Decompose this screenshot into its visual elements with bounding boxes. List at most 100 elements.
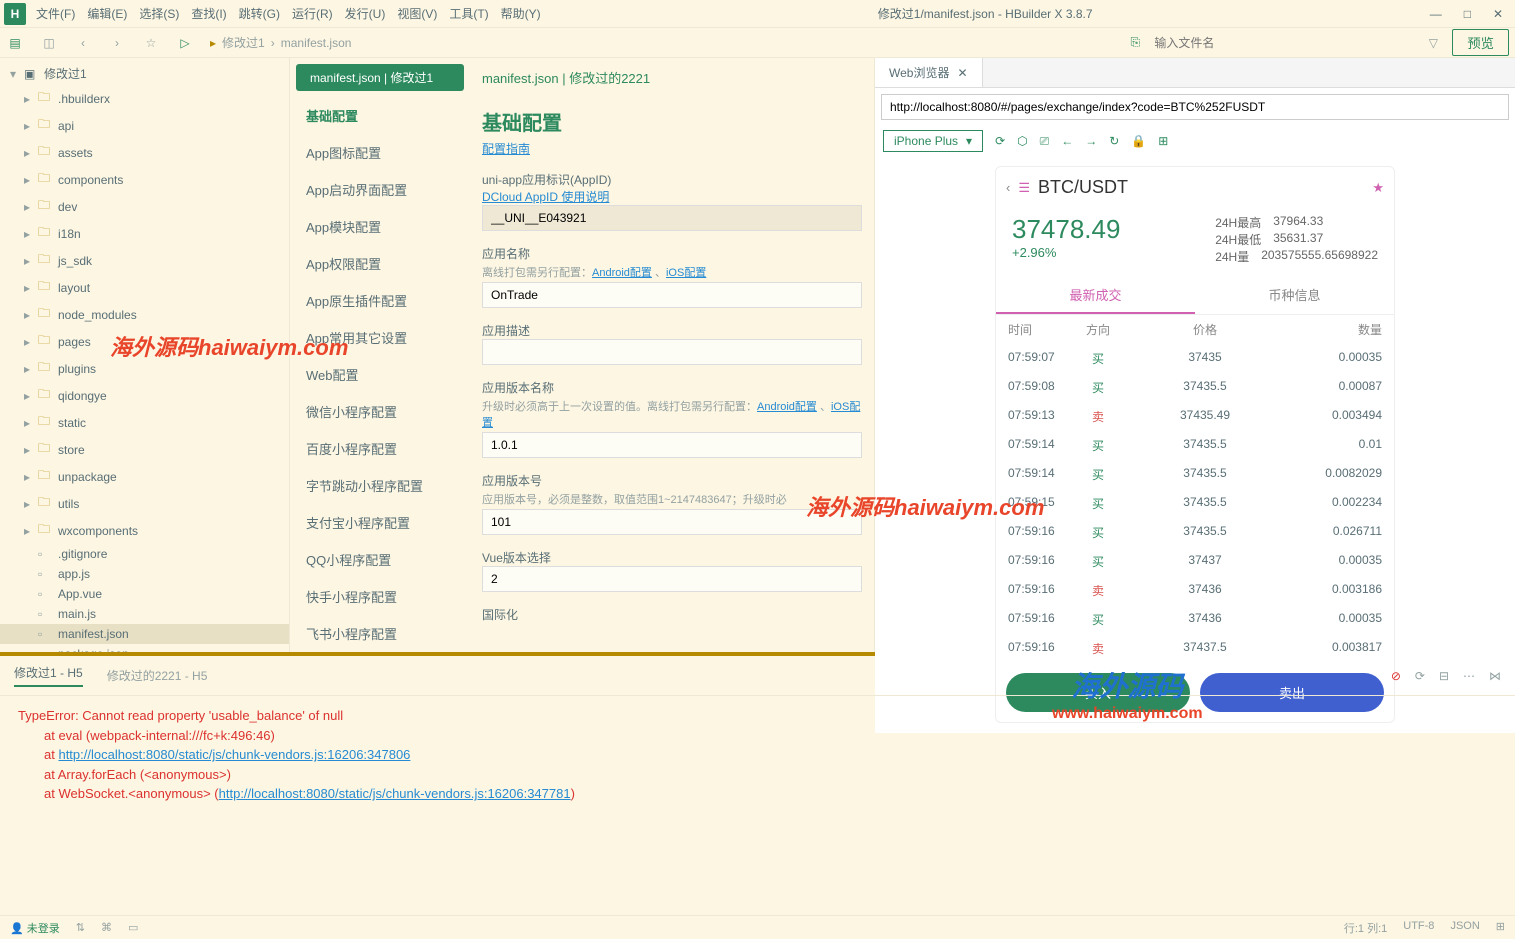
tree-file[interactable]: ▫.gitignore — [0, 544, 289, 564]
stack-link[interactable]: http://localhost:8080/static/js/chunk-ve… — [219, 786, 571, 801]
vue-input[interactable] — [482, 566, 862, 592]
menu-run[interactable]: 运行(R) — [292, 5, 333, 22]
maximize-icon[interactable]: □ — [1464, 7, 1471, 21]
favorite-icon[interactable]: ★ — [1372, 180, 1384, 196]
appid-hint-link[interactable]: DCloud AppID 使用说明 — [482, 190, 609, 204]
android-config-link[interactable]: Android配置 — [592, 267, 652, 279]
file-search-input[interactable] — [1154, 36, 1414, 50]
nav-item[interactable]: Web配置 — [290, 356, 470, 393]
config-guide-link[interactable]: 配置指南 — [482, 142, 530, 156]
nav-item[interactable]: App原生插件配置 — [290, 282, 470, 319]
menu-icon[interactable]: ☰ — [1018, 180, 1030, 196]
tree-folder[interactable]: ▸🗀dev — [0, 193, 289, 220]
console-tab-2[interactable]: 修改过的2221 - H5 — [107, 667, 208, 684]
tree-folder[interactable]: ▸🗀store — [0, 436, 289, 463]
menu-goto[interactable]: 跳转(G) — [239, 5, 280, 22]
nav-item[interactable]: 快手小程序配置 — [290, 578, 470, 615]
tree-file[interactable]: ▫app.js — [0, 564, 289, 584]
tree-folder[interactable]: ▸🗀api — [0, 112, 289, 139]
tree-folder[interactable]: ▸🗀js_sdk — [0, 247, 289, 274]
appdesc-input[interactable] — [482, 339, 862, 365]
reload-icon[interactable]: ↻ — [1109, 134, 1119, 148]
nav-item[interactable]: 字节跳动小程序配置 — [290, 467, 470, 504]
nav-item[interactable]: App启动界面配置 — [290, 171, 470, 208]
restart-icon[interactable]: ⟳ — [1415, 669, 1425, 683]
tree-folder[interactable]: ▸🗀components — [0, 166, 289, 193]
nav-forward-icon[interactable]: → — [1085, 134, 1097, 148]
editor-file-tab[interactable]: manifest.json | 修改过的2221 — [482, 66, 862, 89]
devtools-icon[interactable]: ⬡ — [1017, 134, 1027, 148]
forward-icon[interactable]: › — [108, 34, 126, 52]
star-icon[interactable]: ☆ — [142, 34, 160, 52]
breadcrumb-project[interactable]: 修改过1 — [222, 34, 265, 51]
screenshot-icon[interactable]: ⎚ — [1040, 134, 1050, 149]
tree-folder[interactable]: ▸🗀pages — [0, 328, 289, 355]
stack-link[interactable]: http://localhost:8080/static/js/chunk-ve… — [58, 747, 410, 762]
nav-item[interactable]: QQ小程序配置 — [290, 541, 470, 578]
nav-item[interactable]: 基础配置 — [290, 97, 470, 134]
nav-item[interactable]: App图标配置 — [290, 134, 470, 171]
menu-tools[interactable]: 工具(T) — [449, 5, 488, 22]
sync-icon[interactable]: ⇅ — [76, 921, 85, 934]
tab-close-icon[interactable]: ✕ — [957, 66, 967, 80]
grid-icon[interactable]: ⊞ — [1158, 134, 1168, 148]
tree-root-item[interactable]: ▾▣修改过1 — [0, 62, 289, 85]
menu-find[interactable]: 查找(I) — [191, 5, 226, 22]
login-status[interactable]: 👤 未登录 — [10, 920, 60, 936]
breadcrumb-file[interactable]: manifest.json — [281, 36, 352, 50]
browser-tab[interactable]: Web浏览器✕ — [875, 58, 983, 87]
tree-folder[interactable]: ▸🗀assets — [0, 139, 289, 166]
language-mode[interactable]: JSON — [1450, 920, 1479, 936]
nav-item[interactable]: 飞书小程序配置 — [290, 615, 470, 652]
tab-info[interactable]: 币种信息 — [1195, 277, 1394, 314]
nav-item[interactable]: App常用其它设置 — [290, 319, 470, 356]
ios-config-link[interactable]: iOS配置 — [666, 267, 706, 279]
stop-icon[interactable]: ⊘ — [1391, 669, 1401, 683]
nav-item[interactable]: 支付宝小程序配置 — [290, 504, 470, 541]
appname-input[interactable] — [482, 282, 862, 308]
lock-icon[interactable]: 🔒 — [1131, 134, 1146, 148]
console-icon[interactable]: ▭ — [128, 921, 138, 934]
tree-folder[interactable]: ▸🗀utils — [0, 490, 289, 517]
menu-publish[interactable]: 发行(U) — [345, 5, 386, 22]
menu-help[interactable]: 帮助(Y) — [501, 5, 541, 22]
grid-icon[interactable]: ⊞ — [1496, 920, 1505, 936]
console-tab-1[interactable]: 修改过1 - H5 — [14, 664, 83, 687]
expand-icon[interactable]: ⊟ — [1439, 669, 1449, 683]
tree-folder[interactable]: ▸🗀layout — [0, 274, 289, 301]
minimize-icon[interactable]: — — [1430, 7, 1442, 21]
open-file-icon[interactable]: ⎘ — [1126, 34, 1144, 52]
nav-item[interactable]: App权限配置 — [290, 245, 470, 282]
tree-file[interactable]: ▫manifest.json — [0, 624, 289, 644]
new-file-icon[interactable]: ▤ — [6, 34, 24, 52]
tree-file[interactable]: ▫main.js — [0, 604, 289, 624]
settings-icon[interactable]: ⋯ — [1463, 669, 1475, 683]
collapse-icon[interactable]: ⋈ — [1489, 669, 1501, 683]
rotate-icon[interactable]: ⟳ — [995, 134, 1005, 148]
tree-file[interactable]: ▫package.json — [0, 644, 289, 652]
tree-folder[interactable]: ▸🗀static — [0, 409, 289, 436]
nav-item[interactable]: 百度小程序配置 — [290, 430, 470, 467]
menu-edit[interactable]: 编辑(E) — [87, 5, 127, 22]
back-icon[interactable]: ‹ — [1006, 180, 1010, 195]
android-config-link2[interactable]: Android配置 — [757, 401, 817, 413]
filter-icon[interactable]: ▽ — [1424, 34, 1442, 52]
tree-folder[interactable]: ▸🗀qidongye — [0, 382, 289, 409]
close-icon[interactable]: ✕ — [1493, 7, 1503, 21]
vcode-input[interactable] — [482, 509, 862, 535]
tree-folder[interactable]: ▸🗀node_modules — [0, 301, 289, 328]
tag-icon[interactable]: ◫ — [40, 34, 58, 52]
nav-item[interactable]: App模块配置 — [290, 208, 470, 245]
tree-folder[interactable]: ▸🗀wxcomponents — [0, 517, 289, 544]
nav-back-icon[interactable]: ← — [1061, 134, 1073, 148]
url-input[interactable] — [881, 94, 1509, 120]
tab-trades[interactable]: 最新成交 — [996, 277, 1195, 314]
preview-button[interactable]: 预览 — [1452, 29, 1509, 56]
appid-input[interactable] — [482, 205, 862, 231]
nav-item[interactable]: 微信小程序配置 — [290, 393, 470, 430]
tree-folder[interactable]: ▸🗀plugins — [0, 355, 289, 382]
menu-file[interactable]: 文件(F) — [36, 5, 75, 22]
menu-view[interactable]: 视图(V) — [397, 5, 437, 22]
run-icon[interactable]: ▷ — [176, 34, 194, 52]
tree-folder[interactable]: ▸🗀.hbuilderx — [0, 85, 289, 112]
